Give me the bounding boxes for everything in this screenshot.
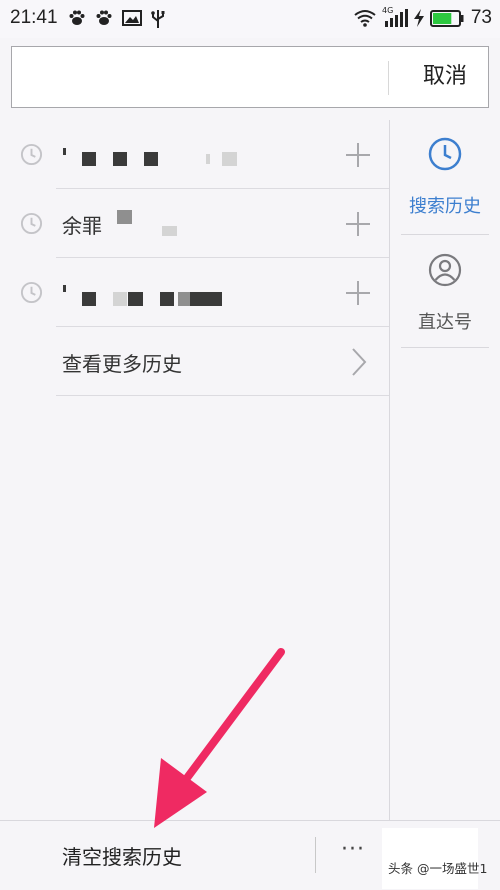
chevron-right-icon — [352, 348, 367, 376]
image-icon — [122, 10, 142, 26]
battery-percent: 73 — [470, 7, 492, 28]
sidebar-item-direct-number[interactable]: 直达号 — [401, 252, 489, 334]
more-options-button[interactable]: ··· — [333, 837, 373, 867]
bottom-divider — [315, 837, 316, 873]
clear-history-button[interactable]: 清空搜索历史 — [62, 841, 182, 870]
signal-icon — [385, 9, 408, 27]
history-item-text: 余罪 — [62, 214, 102, 238]
sidebar-separator — [401, 347, 489, 348]
usb-icon — [151, 10, 165, 28]
row-divider — [56, 395, 389, 396]
paw-icon — [69, 10, 85, 25]
history-item[interactable]: 余罪 — [0, 189, 389, 258]
paw-icon — [96, 10, 112, 25]
watermark: 头条 @一场盛世1 — [388, 861, 488, 876]
battery-icon — [430, 10, 464, 27]
charging-icon — [414, 9, 424, 27]
search-divider — [388, 61, 389, 95]
clock-icon — [428, 137, 462, 171]
search-bar: 取消 — [11, 46, 489, 108]
more-history-label: 查看更多历史 — [62, 352, 182, 376]
history-item[interactable] — [0, 258, 389, 327]
sidebar-item-label: 搜索历史 — [409, 196, 481, 217]
clock-icon — [20, 281, 43, 304]
plus-icon[interactable] — [345, 211, 371, 237]
search-input[interactable] — [22, 57, 386, 99]
sidebar-divider — [389, 120, 390, 820]
clock-icon — [20, 143, 43, 166]
plus-icon[interactable] — [345, 142, 371, 168]
clock-icon — [20, 212, 43, 235]
plus-icon[interactable] — [345, 280, 371, 306]
status-time: 21:41 — [10, 7, 58, 28]
cancel-button[interactable]: 取消 — [400, 47, 490, 107]
sidebar-item-label: 直达号 — [418, 312, 472, 333]
history-item[interactable] — [0, 120, 389, 189]
more-history-row[interactable]: 查看更多历史 — [0, 327, 389, 396]
person-icon — [428, 253, 462, 287]
wifi-icon — [354, 10, 376, 27]
sidebar-item-search-history[interactable]: 搜索历史 — [401, 136, 489, 218]
sidebar-separator — [401, 234, 489, 235]
status-bar: 21:41 4G 73 — [0, 0, 500, 38]
